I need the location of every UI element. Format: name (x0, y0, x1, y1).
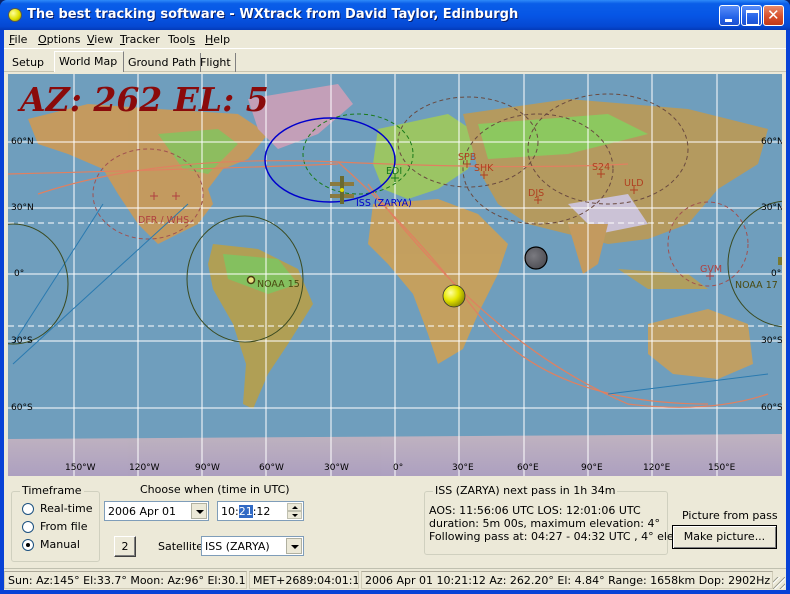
az-el-readout: AZ: 262 EL: 5 (20, 80, 269, 119)
choose-when-label: Choose when (time in UTC) (140, 483, 290, 496)
lat-label: 0° (771, 269, 782, 279)
pass-aos-los: AOS: 11:56:06 UTC LOS: 12:01:06 UTC (429, 504, 641, 517)
radio-real-time[interactable]: Real-time (22, 502, 93, 515)
station-label-djs: DJS (528, 188, 545, 199)
close-button[interactable] (763, 5, 784, 26)
lon-label: 30°E (452, 463, 474, 473)
radio-label: Real-time (40, 502, 93, 515)
spin-buttons[interactable] (287, 503, 302, 519)
lon-label: 90°W (195, 463, 220, 473)
menu-help[interactable]: Help (205, 33, 230, 46)
lon-label: 150°W (65, 463, 96, 473)
tab-setup[interactable]: Setup (8, 53, 48, 72)
lat-label: 30°S (11, 336, 33, 346)
noaa17-satellite-icon (778, 257, 782, 265)
lon-label: 120°E (643, 463, 671, 473)
make-picture-button[interactable]: Make picture... (672, 525, 777, 549)
lon-label: 150°E (708, 463, 736, 473)
app-window: The best tracking software - WXtrack fro… (0, 0, 790, 594)
window-title: The best tracking software - WXtrack fro… (27, 7, 519, 22)
satellite-label: Satellite (158, 540, 204, 553)
chevron-down-icon[interactable] (286, 538, 302, 554)
satellite-value: ISS (ZARYA) (205, 540, 270, 553)
radio-dot[interactable] (22, 520, 34, 533)
tab-ground-path[interactable]: Ground Path (124, 53, 202, 72)
timeframe-title: Timeframe (20, 484, 84, 497)
satellite-label-noaa15: NOAA 15 (257, 279, 300, 290)
spin-down-icon[interactable] (287, 511, 302, 519)
lon-label: 60°W (259, 463, 284, 473)
menu-file[interactable]: File (9, 33, 27, 46)
maximize-button[interactable] (741, 5, 762, 26)
menu-tools[interactable]: Tools (168, 33, 195, 46)
radio-label: From file (40, 520, 88, 533)
picture-from-pass-label: Picture from pass (682, 509, 778, 522)
client-area: File Options View Tracker Tools Help Set… (4, 30, 786, 590)
radio-label: Manual (40, 538, 80, 551)
menu-tracker[interactable]: Tracker (120, 33, 160, 46)
pass-duration: duration: 5m 00s, maximum elevation: 4° (429, 517, 660, 530)
radio-dot-checked[interactable] (22, 538, 34, 551)
lon-label: 90°E (581, 463, 603, 473)
timeframe-group: Timeframe Real-time From file Manual (11, 484, 100, 562)
time-value[interactable]: 10:21:12 (221, 505, 270, 518)
noaa15-satellite-icon (246, 275, 256, 285)
station-label-gvm: GVM (700, 264, 723, 275)
lat-label: 0° (14, 269, 25, 279)
lat-label: 60°S (761, 403, 782, 413)
lon-label: 0° (393, 463, 404, 473)
radio-manual[interactable]: Manual (22, 538, 80, 551)
lat-label: 60°N (761, 137, 782, 147)
lon-label: 30°W (324, 463, 349, 473)
minimize-button[interactable] (719, 5, 740, 26)
status-tracking: 2006 Apr 01 10:21:12 Az: 262.20° El: 4.8… (361, 571, 773, 589)
next-pass-group: ISS (ZARYA) next pass in 1h 34m AOS: 11:… (424, 484, 683, 555)
satellite-dropdown[interactable]: ISS (ZARYA) (201, 536, 304, 556)
control-panel: Timeframe Real-time From file Manual Cho… (4, 477, 786, 563)
lon-label: 60°E (517, 463, 539, 473)
menu-bar: File Options View Tracker Tools Help (4, 30, 786, 49)
tab-world-map[interactable]: World Map (54, 51, 124, 72)
resize-grip[interactable] (773, 577, 785, 589)
lat-label: 60°N (11, 137, 34, 147)
lat-label: 30°N (11, 203, 34, 213)
sun-icon (442, 284, 466, 308)
title-bar[interactable]: The best tracking software - WXtrack fro… (0, 0, 790, 30)
time-spinner[interactable]: 10:21:12 (217, 501, 304, 521)
tab-flight[interactable]: Flight (196, 53, 236, 72)
moon-icon (524, 246, 548, 270)
station-label-edi: EDI (386, 166, 403, 177)
status-bar: Sun: Az:145° El:33.7° Moon: Az:96° El:30… (4, 568, 786, 590)
menu-view[interactable]: View (87, 33, 113, 46)
station-label-dfr-whs: DFR / WHS (138, 215, 190, 226)
wxtrack-sun-icon (8, 8, 22, 22)
spin-up-icon[interactable] (287, 503, 302, 511)
status-sun-moon: Sun: Az:145° El:33.7° Moon: Az:96° El:30… (4, 571, 247, 589)
station-label-s24: S24 (592, 162, 611, 173)
lon-label: 120°W (129, 463, 160, 473)
satellite-label-iss: ISS (ZARYA) (356, 198, 412, 209)
lat-label: 60°S (11, 403, 33, 413)
date-dropdown[interactable]: 2006 Apr 01 (104, 501, 209, 521)
menu-options[interactable]: Options (38, 33, 80, 46)
date-value: 2006 Apr 01 (108, 505, 177, 518)
world-map[interactable]: AZ: 262 EL: 5 60°N 30°N 0° 30°S 60°S 60°… (8, 74, 782, 476)
station-label-shk: SHK (474, 163, 494, 174)
satellite-label-noaa17: NOAA 17 (735, 280, 778, 291)
chevron-down-icon[interactable] (191, 503, 207, 519)
next-pass-title: ISS (ZARYA) next pass in 1h 34m (433, 484, 618, 497)
lat-label: 30°S (761, 336, 782, 346)
tab-strip: Setup World Map Ground Path Flight (4, 50, 786, 72)
station-label-uld: ULD (624, 178, 644, 189)
radio-from-file[interactable]: From file (22, 520, 88, 533)
status-met: MET+2689:04:01:12 (249, 571, 359, 589)
lat-label: 30°N (761, 203, 782, 213)
radio-dot[interactable] (22, 502, 34, 515)
step-2-button[interactable]: 2 (114, 536, 136, 557)
map-canvas (8, 74, 782, 476)
pass-following: Following pass at: 04:27 - 04:32 UTC , 4… (429, 530, 683, 543)
station-label-spb: SPB (458, 152, 477, 163)
